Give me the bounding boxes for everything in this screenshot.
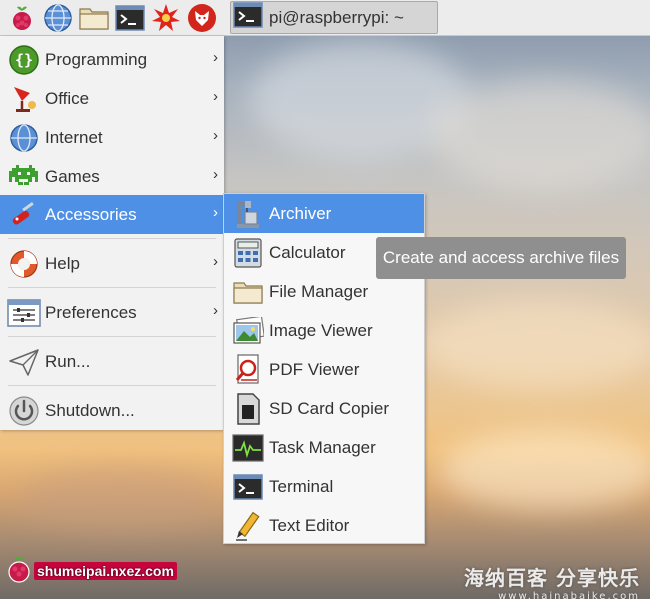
menu-item-run[interactable]: Run... — [0, 342, 224, 381]
file-manager-icon[interactable] — [78, 2, 110, 34]
chevron-right-icon: › — [213, 88, 218, 105]
submenu-item-text-editor[interactable]: Text Editor — [224, 506, 424, 545]
menu-separator — [8, 287, 216, 288]
taskbar-task-label: pi@raspberrypi: ~ — [269, 7, 404, 27]
archiver-icon — [229, 197, 267, 231]
pdf-viewer-icon — [229, 353, 267, 387]
chevron-right-icon: › — [213, 127, 218, 144]
menu-item-programming[interactable]: {} Programming › — [0, 40, 224, 79]
games-icon — [5, 160, 43, 194]
submenu-item-pdf-viewer[interactable]: PDF Viewer — [224, 350, 424, 389]
menu-item-preferences[interactable]: Preferences › — [0, 293, 224, 332]
submenu-item-terminal[interactable]: Terminal — [224, 467, 424, 506]
watermark-right-url: www.hainabaike.com — [498, 591, 640, 599]
submenu-item-sd-card-copier[interactable]: SD Card Copier — [224, 389, 424, 428]
application-menu: {} Programming › Office › Internet › Gam… — [0, 36, 224, 430]
menu-item-help[interactable]: Help › — [0, 244, 224, 283]
chevron-right-icon: › — [213, 166, 218, 183]
web-browser-icon[interactable] — [42, 2, 74, 34]
chevron-right-icon: › — [213, 253, 218, 270]
accessories-icon — [5, 198, 43, 232]
raspberry-logo-icon — [6, 554, 32, 587]
menu-item-shutdown[interactable]: Shutdown... — [0, 391, 224, 430]
run-icon — [5, 345, 43, 379]
submenu-item-archiver[interactable]: Archiver — [224, 194, 424, 233]
menu-item-games[interactable]: Games › — [0, 157, 224, 196]
office-icon — [5, 82, 43, 116]
svg-text:{}: {} — [15, 51, 33, 69]
programming-icon: {} — [5, 43, 43, 77]
preferences-icon — [5, 296, 43, 330]
taskbar-terminal-task[interactable]: pi@raspberrypi: ~ — [230, 1, 438, 34]
taskbar: pi@raspberrypi: ~ — [0, 0, 650, 36]
watermark-right-text: 海纳百客 分享快乐 — [464, 566, 640, 590]
watermark-left: shumeipai.nxez.com — [6, 554, 177, 587]
task-manager-icon — [229, 431, 267, 465]
image-viewer-icon — [229, 314, 267, 348]
menu-separator — [8, 336, 216, 337]
text-editor-icon — [229, 509, 267, 543]
folder-icon — [229, 275, 267, 309]
watermark-left-text: shumeipai.nxez.com — [34, 561, 177, 580]
chevron-right-icon: › — [213, 204, 218, 221]
archiver-tooltip: Create and access archive files — [376, 237, 626, 279]
internet-icon — [5, 121, 43, 155]
shutdown-icon — [5, 394, 43, 428]
raspberry-menu-icon[interactable] — [6, 2, 38, 34]
menu-separator — [8, 238, 216, 239]
chevron-right-icon: › — [213, 49, 218, 66]
menu-item-office[interactable]: Office › — [0, 79, 224, 118]
calculator-icon — [229, 236, 267, 270]
help-icon — [5, 247, 43, 281]
terminal-icon[interactable] — [114, 2, 146, 34]
terminal-icon — [229, 470, 267, 504]
terminal-icon — [233, 2, 263, 33]
menu-item-internet[interactable]: Internet › — [0, 118, 224, 157]
wolfram-icon[interactable] — [150, 2, 182, 34]
menu-separator — [8, 385, 216, 386]
sd-card-icon — [229, 392, 267, 426]
chevron-right-icon: › — [213, 302, 218, 319]
submenu-item-task-manager[interactable]: Task Manager — [224, 428, 424, 467]
menu-item-accessories[interactable]: Accessories › — [0, 195, 224, 234]
watermark-right: 海纳百客 分享快乐 www.hainabaike.com — [464, 562, 640, 599]
mathematica-icon[interactable] — [186, 2, 218, 34]
submenu-item-image-viewer[interactable]: Image Viewer — [224, 311, 424, 350]
